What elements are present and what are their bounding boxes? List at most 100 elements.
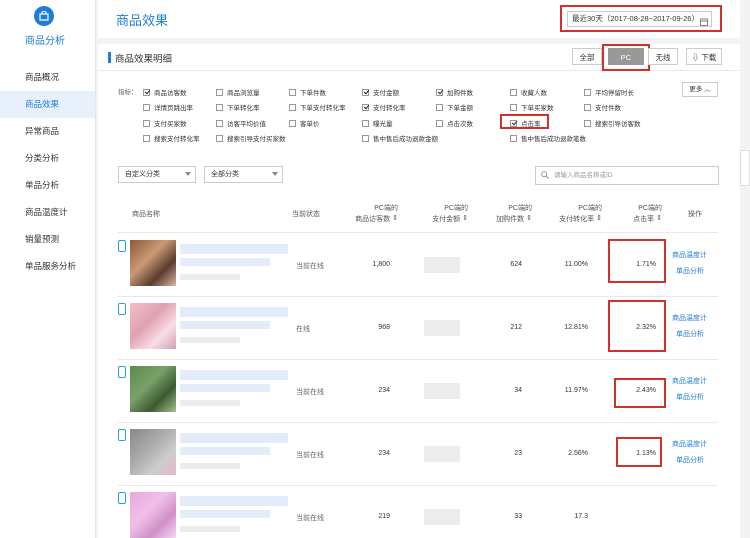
header-click-rate[interactable]: PC端的 点击率 ⇕ (616, 204, 662, 225)
metric-checkbox[interactable] (289, 104, 296, 111)
metric-checkbox[interactable] (584, 89, 591, 96)
single-analysis-link[interactable]: 单品分析 (676, 329, 704, 339)
product-thumbnail[interactable] (130, 492, 176, 538)
metric-option[interactable]: 支付件数 (584, 102, 621, 112)
metric-checkbox[interactable] (362, 104, 369, 111)
metric-checkbox[interactable] (143, 135, 150, 142)
status-cell: 当前在线 (296, 263, 324, 270)
metric-option[interactable]: 下单件数 (289, 87, 326, 97)
custom-category-select[interactable]: 自定义分类 (118, 166, 196, 183)
metric-option[interactable]: 访客平均价值 (216, 118, 266, 128)
metric-checkbox[interactable] (436, 120, 443, 127)
sidebar-item-service[interactable]: 单品服务分析 (0, 253, 95, 280)
search-placeholder: 请输入商品名称或ID (554, 172, 613, 179)
sidebar-item-effect[interactable]: 商品效果 (0, 91, 95, 118)
metric-option[interactable]: 售中售后成功退款笔数 (510, 133, 586, 143)
calendar-icon[interactable] (700, 17, 708, 31)
date-range-picker[interactable]: 最近30天（2017-08-28~2017-09-26） (567, 11, 712, 27)
sidebar-item-category[interactable]: 分类分析 (0, 145, 95, 172)
header-visitors[interactable]: PC端的 商品访客数 ⇕ (340, 204, 398, 225)
single-analysis-link[interactable]: 单品分析 (676, 392, 704, 402)
metric-option[interactable]: 搜索引导支付买家数 (216, 133, 286, 143)
metric-checkbox[interactable] (289, 120, 296, 127)
metric-option[interactable]: 下单支付转化率 (289, 102, 346, 112)
metric-checkbox[interactable] (362, 120, 369, 127)
single-analysis-link[interactable]: 单品分析 (676, 455, 704, 465)
product-thumbnail[interactable] (130, 429, 176, 475)
metric-checkbox[interactable] (362, 89, 369, 96)
sort-icon[interactable]: ⇕ (526, 214, 532, 224)
all-category-select[interactable]: 全部分类 (204, 166, 283, 183)
metric-checkbox[interactable] (143, 104, 150, 111)
conversion-cell: 12.81% (564, 324, 588, 331)
metric-option[interactable]: 售中售后成功退款金额 (362, 133, 438, 143)
pay-amount-blurred (424, 509, 460, 525)
metric-checkbox[interactable] (362, 135, 369, 142)
metric-option[interactable]: 商品浏览量 (216, 87, 260, 97)
metric-checkbox[interactable] (216, 89, 223, 96)
metric-option[interactable]: 加购件数 (436, 87, 473, 97)
metric-option[interactable]: 支付买家数 (143, 118, 187, 128)
metric-checkbox[interactable] (510, 104, 517, 111)
metric-option[interactable]: 支付金额 (362, 87, 399, 97)
sort-icon[interactable]: ⇕ (656, 214, 662, 224)
metric-checkbox[interactable] (584, 120, 591, 127)
metric-checkbox[interactable] (436, 104, 443, 111)
product-thumbnail[interactable] (130, 303, 176, 349)
metric-checkbox[interactable] (510, 89, 517, 96)
header-conversion[interactable]: PC端的 支付转化率 ⇕ (546, 204, 602, 225)
metric-checkbox[interactable] (216, 135, 223, 142)
mobile-icon (118, 240, 126, 252)
sidebar-item-overview[interactable]: 商品概况 (0, 64, 95, 91)
header-status: 当前状态 (292, 211, 320, 218)
sidebar-item-thermometer[interactable]: 商品温度计 (0, 199, 95, 226)
metric-option[interactable]: 下单金额 (436, 102, 473, 112)
sort-icon[interactable]: ⇕ (462, 214, 468, 224)
metric-option[interactable]: 详情页跳出率 (143, 102, 193, 112)
metric-option[interactable]: 搜索支付转化率 (143, 133, 200, 143)
thermometer-link[interactable]: 商品温度计 (672, 376, 707, 386)
segment-wireless[interactable]: 无线 (648, 48, 678, 65)
single-analysis-link[interactable]: 单品分析 (676, 266, 704, 276)
metric-option[interactable]: 下单转化率 (216, 102, 260, 112)
metric-option[interactable]: 点击次数 (436, 118, 473, 128)
sidebar-item-single[interactable]: 单品分析 (0, 172, 95, 199)
metric-option[interactable]: 曝光量 (362, 118, 393, 128)
metric-checkbox[interactable] (216, 120, 223, 127)
more-metrics-button[interactable]: 更多 ︿ (682, 82, 718, 97)
metric-checkbox[interactable] (584, 104, 591, 111)
download-button[interactable]: ⇩ 下载 (686, 48, 722, 65)
metric-option[interactable]: 支付转化率 (362, 102, 406, 112)
side-scroll-tab[interactable] (740, 150, 750, 186)
metric-checkbox[interactable] (143, 120, 150, 127)
product-thumbnail[interactable] (130, 366, 176, 412)
metric-checkbox[interactable] (436, 89, 443, 96)
metric-option[interactable]: 平均停留时长 (584, 87, 634, 97)
metric-checkbox[interactable] (289, 89, 296, 96)
metric-checkbox[interactable] (216, 104, 223, 111)
header-divider (118, 232, 718, 233)
header-pay-amount[interactable]: PC端的 支付金额 ⇕ (418, 204, 468, 225)
metric-option[interactable]: 收藏人数 (510, 87, 547, 97)
product-search-input[interactable]: 请输入商品名称或ID (535, 166, 719, 185)
sidebar-item-forecast[interactable]: 销量预测 (0, 226, 95, 253)
sidebar-item-abnormal[interactable]: 异常商品 (0, 118, 95, 145)
metric-option[interactable]: 搜索引导访客数 (584, 118, 641, 128)
cart-cell: 34 (514, 387, 522, 394)
thermometer-link[interactable]: 商品温度计 (672, 313, 707, 323)
metric-checkbox[interactable] (510, 135, 517, 142)
visitors-cell: 1,800 (372, 261, 390, 268)
metric-option[interactable]: 下单买家数 (510, 102, 554, 112)
thermometer-link[interactable]: 商品温度计 (672, 439, 707, 449)
product-title-placeholder (180, 307, 288, 317)
header-cart[interactable]: PC端的 加购件数 ⇕ (486, 204, 532, 225)
segment-all[interactable]: 全部 (572, 48, 602, 65)
thermometer-link[interactable]: 商品温度计 (672, 250, 707, 260)
metric-option[interactable]: 商品访客数 (143, 87, 187, 97)
page-title: 商品效果 (116, 13, 169, 28)
sort-icon[interactable]: ⇕ (596, 214, 602, 224)
metric-checkbox[interactable] (143, 89, 150, 96)
metric-option[interactable]: 客单价 (289, 118, 320, 128)
sort-icon[interactable]: ⇕ (392, 214, 398, 224)
product-thumbnail[interactable] (130, 240, 176, 286)
